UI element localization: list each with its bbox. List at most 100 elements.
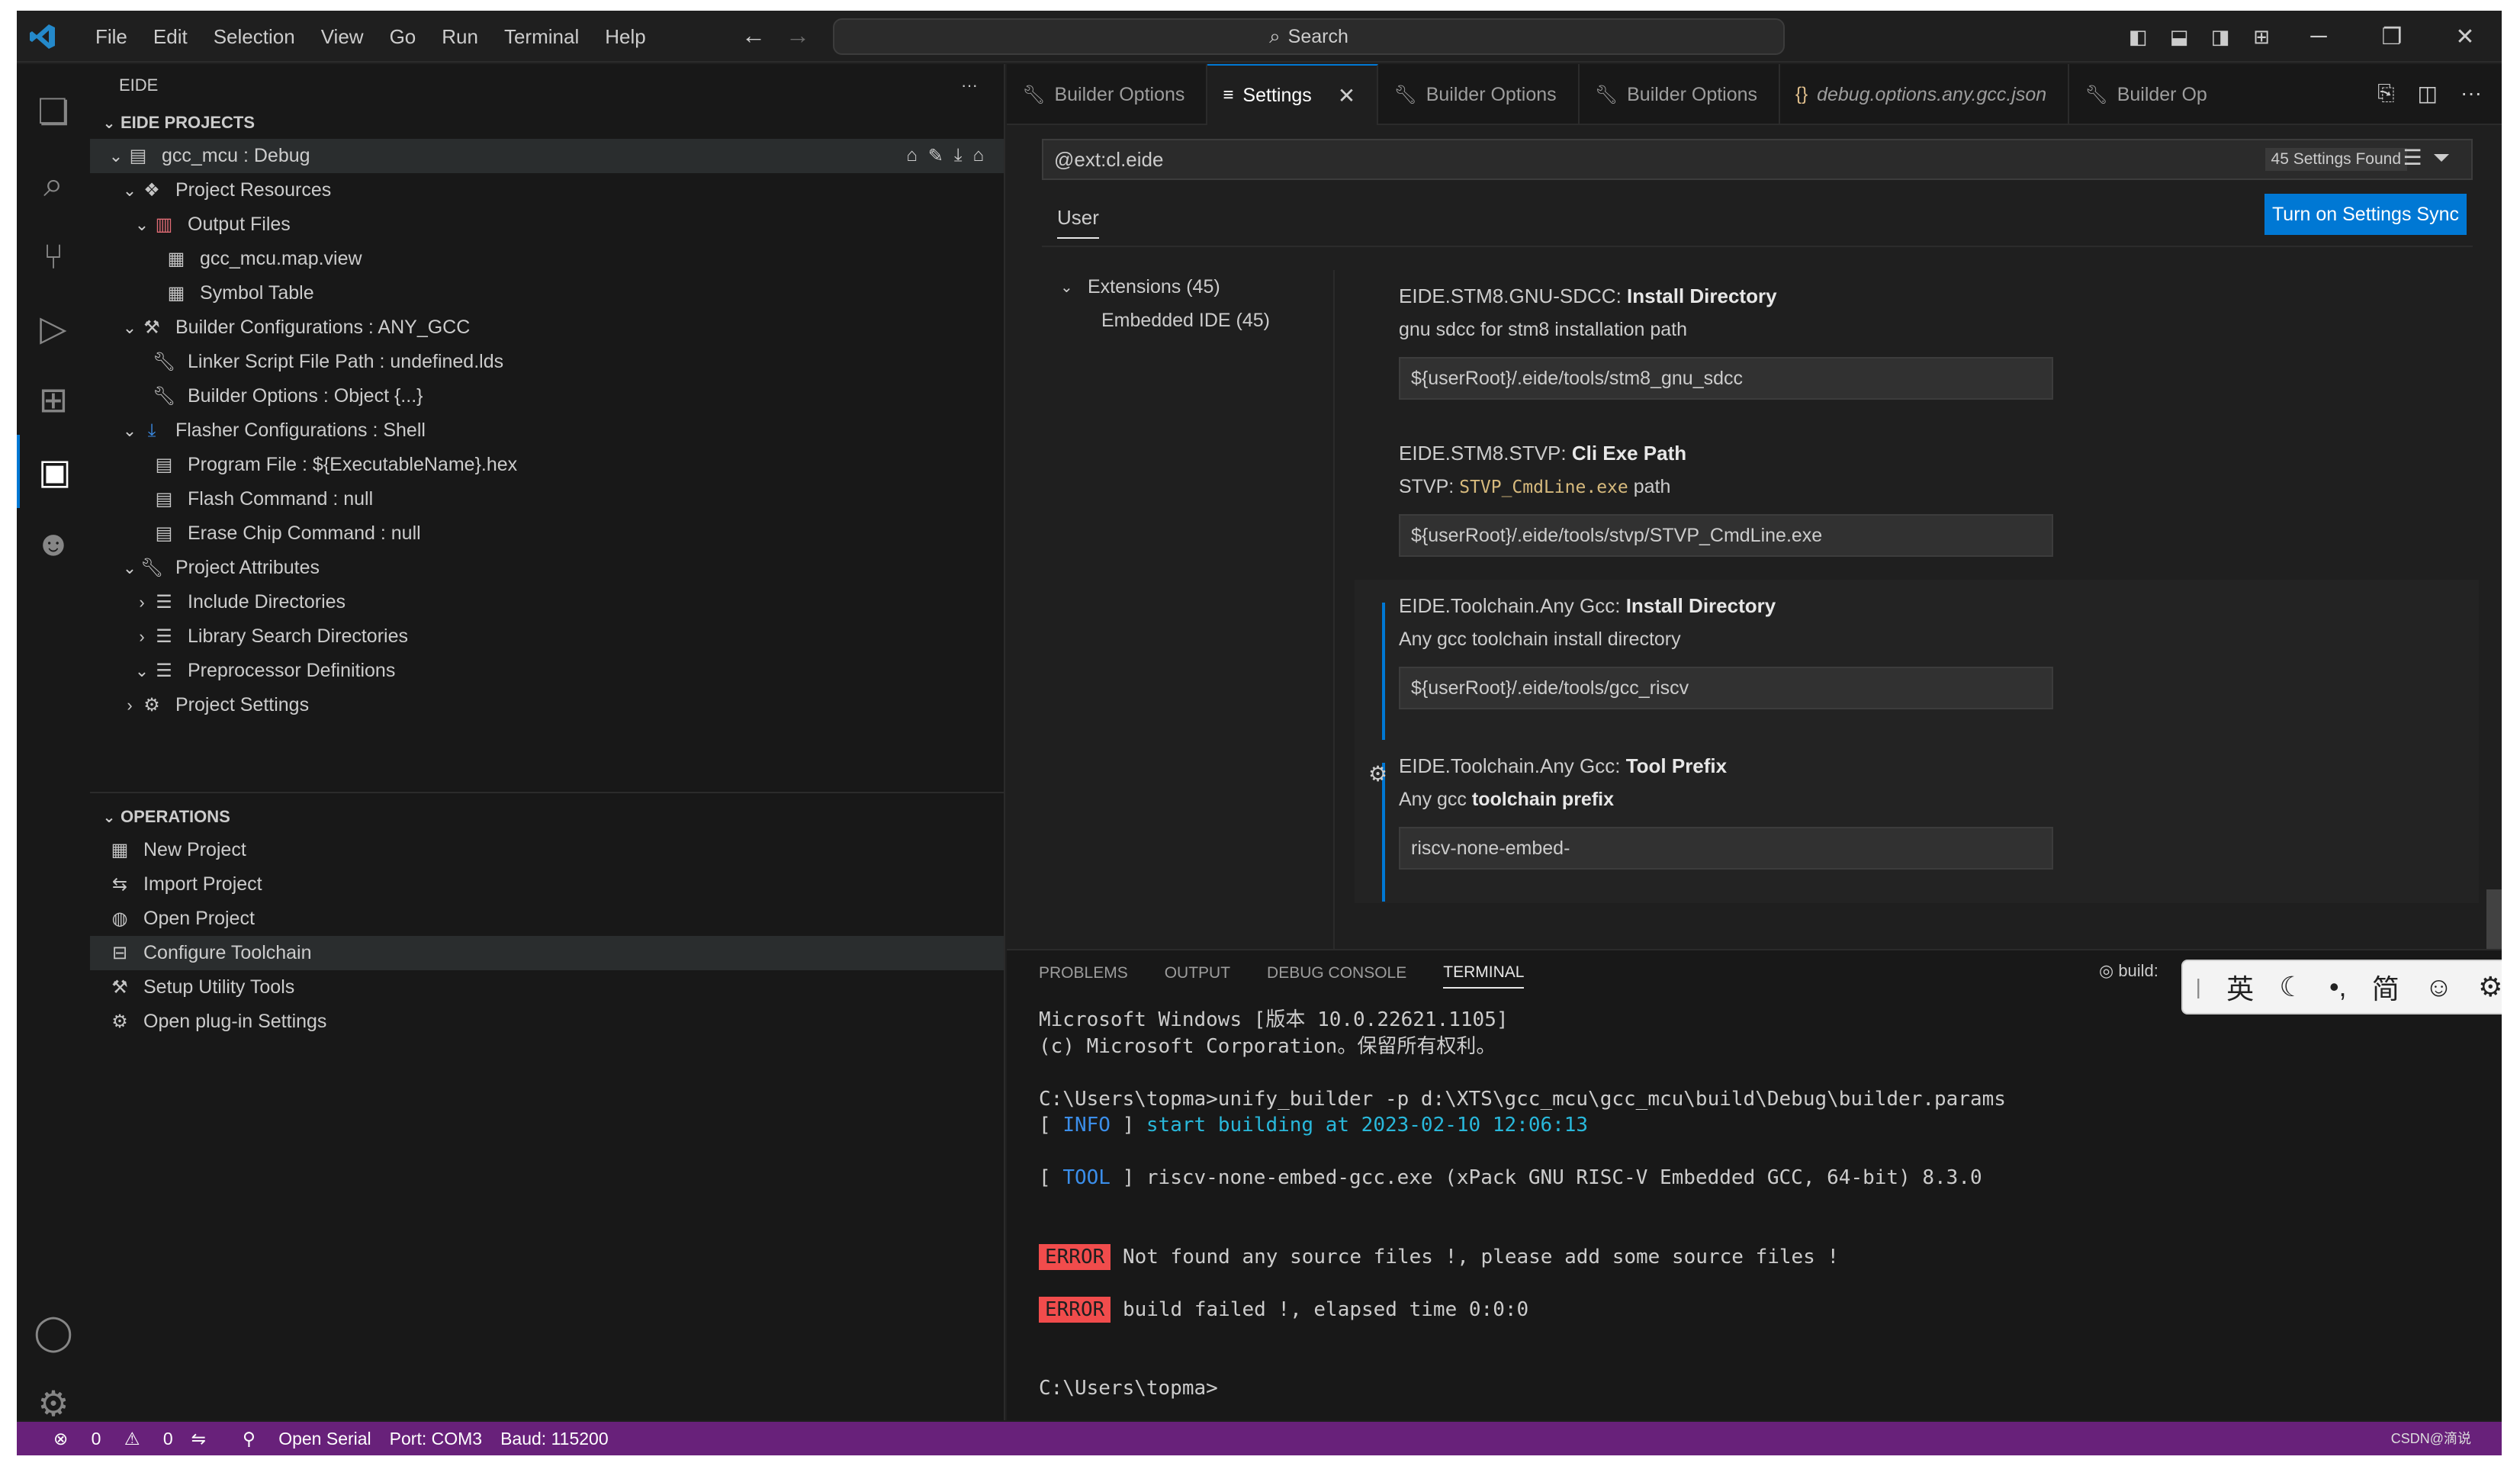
tree-item-project-resources[interactable]: ⌄ ❖ Project Resources <box>90 173 1004 207</box>
run-debug-icon[interactable]: ▷ <box>17 291 90 365</box>
tree-item-flasher-config[interactable]: ⌄ ⤓ Flasher Configurations : Shell <box>90 413 1004 448</box>
tab-terminal[interactable]: TERMINAL <box>1443 958 1525 989</box>
rebuild-icon[interactable]: ⌂ <box>973 145 985 167</box>
menu-file[interactable]: File <box>82 25 140 49</box>
menu-help[interactable]: Help <box>592 25 658 49</box>
tree-item-library-dirs[interactable]: › ☰ Library Search Directories <box>90 619 1004 654</box>
tree-item-symbol-table[interactable]: ▦ Symbol Table <box>90 276 1004 310</box>
tree-item-project-settings[interactable]: › ⚙ Project Settings <box>90 688 1004 722</box>
search-view-icon[interactable]: ⌕ <box>17 148 90 221</box>
serial-port[interactable]: Port: COM3 <box>390 1429 482 1449</box>
emoji-icon[interactable]: ☺ <box>2425 971 2453 1003</box>
tab-builder-options-4[interactable]: 🔧︎ Builder Op <box>2069 64 2229 125</box>
terminal-task[interactable]: ◎ build: <box>2099 961 2158 981</box>
gear-icon[interactable]: ⚙ <box>1368 761 1387 786</box>
setting-value-input[interactable]: ${userRoot}/.eide/tools/stm8_gnu_sdcc <box>1399 357 2053 400</box>
extensions-icon[interactable]: ⊞ <box>17 363 90 436</box>
tab-debug-options-json[interactable]: {} debug.options.any.gcc.json <box>1780 64 2070 125</box>
filter-icons[interactable]: ☰⏷ <box>2403 145 2461 171</box>
serial-baud[interactable]: Baud: 115200 <box>500 1429 609 1449</box>
tree-item-output-files[interactable]: ⌄ ▥ Output Files <box>90 207 1004 242</box>
settings-search-input[interactable]: @ext:cl.eide 45 Settings Found ☰⏷ <box>1042 139 2473 180</box>
tab-user-scope[interactable]: User <box>1057 206 1099 239</box>
tree-label: Flasher Configurations : Shell <box>175 420 426 441</box>
remote-icon[interactable]: ⇋ <box>191 1429 206 1449</box>
setting-value-input[interactable]: ${userRoot}/.eide/tools/gcc_riscv <box>1399 667 2053 709</box>
toggle-secondary-sidebar-icon[interactable]: ◨ <box>2200 25 2241 49</box>
op-open-plugin-settings[interactable]: ⚙ Open plug-in Settings <box>90 1005 1004 1039</box>
op-import-project[interactable]: ⇆ Import Project <box>90 867 1004 902</box>
tree-item-project-attributes[interactable]: ⌄ 🔧︎ Project Attributes <box>90 551 1004 585</box>
tree-item-flash-command[interactable]: ▤ Flash Command : null <box>90 482 1004 516</box>
punctuation-icon[interactable]: •, <box>2329 971 2347 1003</box>
tab-builder-options-2[interactable]: 🔧︎ Builder Options <box>1378 64 1580 125</box>
clear-filter-icon[interactable]: ☰ <box>2403 146 2432 169</box>
tab-problems[interactable]: PROBLEMS <box>1039 950 1128 996</box>
tree-item-builder-config[interactable]: ⌄ ⚒ Builder Configurations : ANY_GCC <box>90 310 1004 345</box>
moon-icon[interactable]: ☾ <box>2279 971 2303 1003</box>
menu-selection[interactable]: Selection <box>201 25 308 49</box>
settings-scrollbar[interactable] <box>2486 889 2502 958</box>
setting-name: Cli Exe Path <box>1571 442 1687 465</box>
source-control-icon[interactable]: ⑂ <box>17 220 90 293</box>
tab-settings[interactable]: ≡ Settings ✕ <box>1207 64 1379 125</box>
toggle-primary-sidebar-icon[interactable]: ◧ <box>2117 25 2158 49</box>
ime-gear-icon[interactable]: ⚙ <box>2478 971 2502 1003</box>
ime-handle-icon[interactable]: | <box>2196 975 2201 999</box>
turn-on-settings-sync-button[interactable]: Turn on Settings Sync <box>2264 194 2467 235</box>
tab-builder-options-3[interactable]: 🔧︎ Builder Options <box>1580 64 1781 125</box>
clean-icon[interactable]: ✎ <box>928 145 943 167</box>
eide-chip-icon[interactable]: ▣ <box>17 435 90 508</box>
flash-download-icon[interactable]: ⤓ <box>954 145 963 167</box>
close-icon[interactable]: ✕ <box>2428 24 2502 50</box>
tree-item-map-view[interactable]: ▦ gcc_mcu.map.view <box>90 242 1004 276</box>
menu-view[interactable]: View <box>308 25 377 49</box>
tree-item-preprocessor-defs[interactable]: ⌄ ☰ Preprocessor Definitions <box>90 654 1004 688</box>
tab-debug-console[interactable]: DEBUG CONSOLE <box>1267 950 1406 996</box>
accounts-icon[interactable]: ◯ <box>17 1295 90 1368</box>
tree-item-erase-chip[interactable]: ▤ Erase Chip Command : null <box>90 516 1004 551</box>
back-arrow-icon[interactable]: ← <box>741 21 766 49</box>
tree-item-program-file[interactable]: ▤ Program File : ${ExecutableName}.hex <box>90 448 1004 482</box>
toggle-panel-icon[interactable]: ⬓ <box>2158 25 2200 49</box>
forward-arrow-icon[interactable]: → <box>786 21 810 49</box>
op-setup-utility-tools[interactable]: ⚒ Setup Utility Tools <box>90 970 1004 1005</box>
build-icon[interactable]: ⌂ <box>906 145 918 167</box>
menu-run[interactable]: Run <box>429 25 491 49</box>
menu-terminal[interactable]: Terminal <box>491 25 592 49</box>
filter-icon[interactable]: ⏷ <box>2433 146 2461 169</box>
robot-icon[interactable]: ☻ <box>17 506 90 580</box>
explorer-icon[interactable]: ❏ <box>17 75 90 148</box>
more-actions-icon[interactable]: ··· <box>961 76 978 95</box>
op-new-project[interactable]: ▦ New Project <box>90 833 1004 867</box>
tree-item-project[interactable]: ⌄ ▤ gcc_mcu : Debug ⌂ ✎ ⤓ ⌂ <box>90 139 1004 173</box>
tree-item-linker-script[interactable]: 🔧︎ Linker Script File Path : undefined.l… <box>90 345 1004 379</box>
toc-extensions[interactable]: ⌄ Extensions (45) <box>1042 270 1330 304</box>
ime-english-toggle[interactable]: 英 <box>2226 967 2254 1007</box>
minimize-icon[interactable]: ─ <box>2282 24 2355 50</box>
toc-embedded-ide[interactable]: Embedded IDE (45) <box>1042 304 1330 337</box>
more-actions-icon[interactable]: ··· <box>2461 81 2482 106</box>
restore-icon[interactable]: ❐ <box>2355 24 2428 50</box>
open-serial-item[interactable]: ⚲ Open Serial <box>224 1429 371 1449</box>
op-open-project[interactable]: ◍ Open Project <box>90 902 1004 936</box>
problems-status[interactable]: ⊗ 0 ⚠ 0 <box>35 1429 173 1449</box>
operations-header[interactable]: ⌄ OPERATIONS <box>90 801 1004 833</box>
split-editor-icon[interactable]: ◫ <box>2418 81 2438 106</box>
menu-edit[interactable]: Edit <box>140 25 201 49</box>
ime-simplified-toggle[interactable]: 简 <box>2372 967 2399 1007</box>
tree-item-builder-options[interactable]: 🔧︎ Builder Options : Object {...} <box>90 379 1004 413</box>
setting-value-input[interactable]: ${userRoot}/.eide/tools/stvp/STVP_CmdLin… <box>1399 514 2053 557</box>
terminal-output[interactable]: Microsoft Windows [版本 10.0.22621.1105] (… <box>1039 1007 2006 1402</box>
customize-layout-icon[interactable]: ⊞ <box>2241 25 2282 49</box>
command-center-search[interactable]: ⌕ Search <box>833 18 1785 55</box>
close-tab-icon[interactable]: ✕ <box>1338 83 1355 108</box>
op-configure-toolchain[interactable]: ⊟ Configure Toolchain <box>90 936 1004 970</box>
tab-output[interactable]: OUTPUT <box>1165 950 1230 996</box>
tree-item-include-dirs[interactable]: › ☰ Include Directories <box>90 585 1004 619</box>
open-json-icon[interactable]: ⎘ <box>2377 81 2394 106</box>
setting-value-input[interactable]: riscv-none-embed- <box>1399 827 2053 870</box>
tab-builder-options-1[interactable]: 🔧︎ Builder Options <box>1007 64 1208 125</box>
menu-go[interactable]: Go <box>377 25 429 49</box>
eide-projects-header[interactable]: ⌄ EIDE PROJECTS <box>90 107 1004 139</box>
